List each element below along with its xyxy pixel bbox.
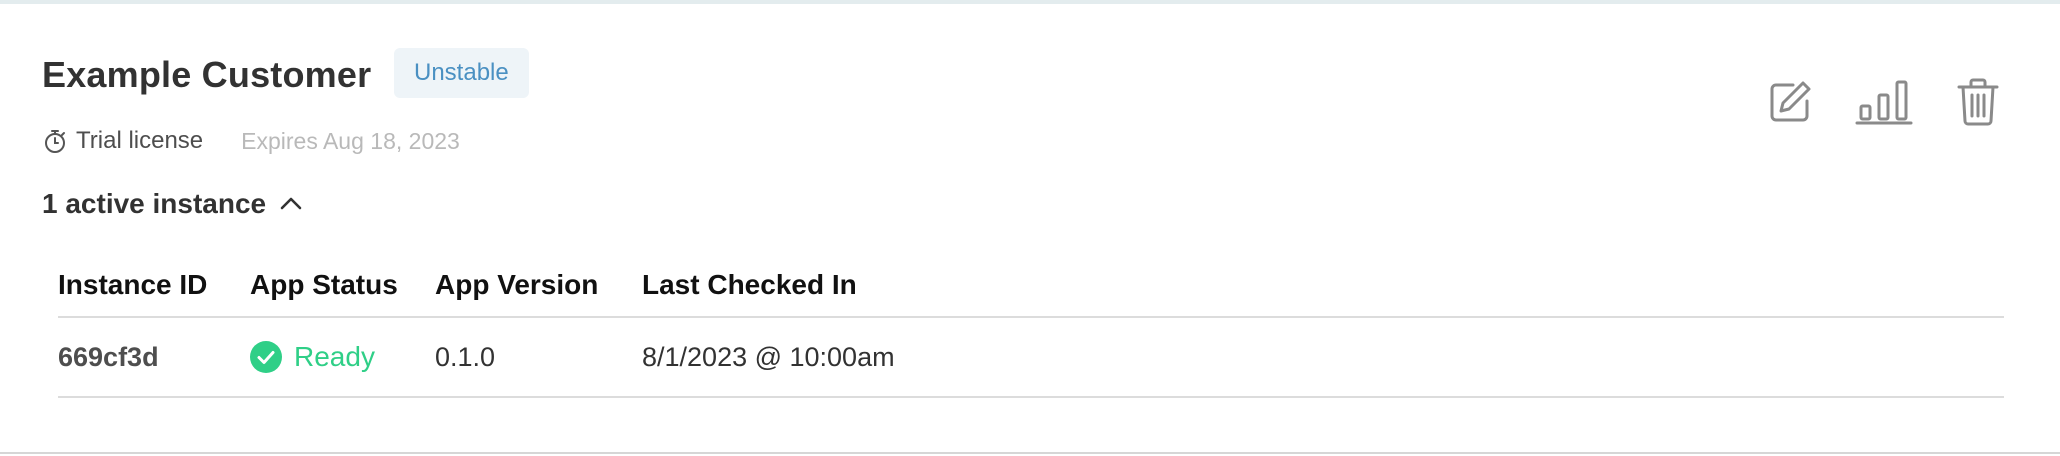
chevron-up-icon (276, 189, 306, 219)
license-info: Trial license Expires Aug 18, 2023 (42, 124, 460, 158)
channel-badge: Unstable (394, 48, 529, 98)
customer-actions (1764, 76, 2004, 132)
customer-card: Example Customer Unstable Trial license … (0, 0, 2060, 454)
column-header-instance-id: Instance ID (58, 269, 208, 300)
last-checked-in: 8/1/2023 @ 10:00am (642, 341, 895, 372)
bar-chart-icon (1855, 78, 1913, 131)
license-expiry: Expires Aug 18, 2023 (241, 127, 460, 154)
table-header: Instance ID App Status App Version Last … (58, 254, 2004, 318)
edit-customer-button[interactable] (1764, 76, 1816, 132)
table-row[interactable]: 669cf3d Ready 0.1.0 8/1/2023 @ 10:00am (58, 318, 2004, 398)
active-instances-label: 1 active instance (42, 188, 267, 219)
app-version: 0.1.0 (435, 341, 496, 372)
customer-name: Example Customer (42, 54, 372, 95)
instance-id[interactable]: 669cf3d (58, 342, 250, 373)
analytics-button[interactable] (1855, 76, 1913, 132)
delete-customer-button[interactable] (1952, 76, 2004, 132)
trash-icon (1956, 77, 2000, 132)
active-instances-toggle[interactable]: 1 active instance (42, 188, 306, 220)
column-header-app-status: App Status (250, 269, 398, 300)
check-circle-icon (250, 341, 282, 373)
status-ready: Ready (250, 341, 435, 373)
instances-table: Instance ID App Status App Version Last … (58, 254, 2004, 398)
app-status-text: Ready (294, 341, 375, 372)
column-header-app-version: App Version (435, 269, 599, 300)
column-header-last-checked-in: Last Checked In (642, 269, 857, 300)
stopwatch-icon (42, 128, 68, 154)
edit-icon (1767, 79, 1813, 130)
license-type: Trial license (76, 127, 204, 154)
app-status-cell: Ready (250, 341, 435, 373)
